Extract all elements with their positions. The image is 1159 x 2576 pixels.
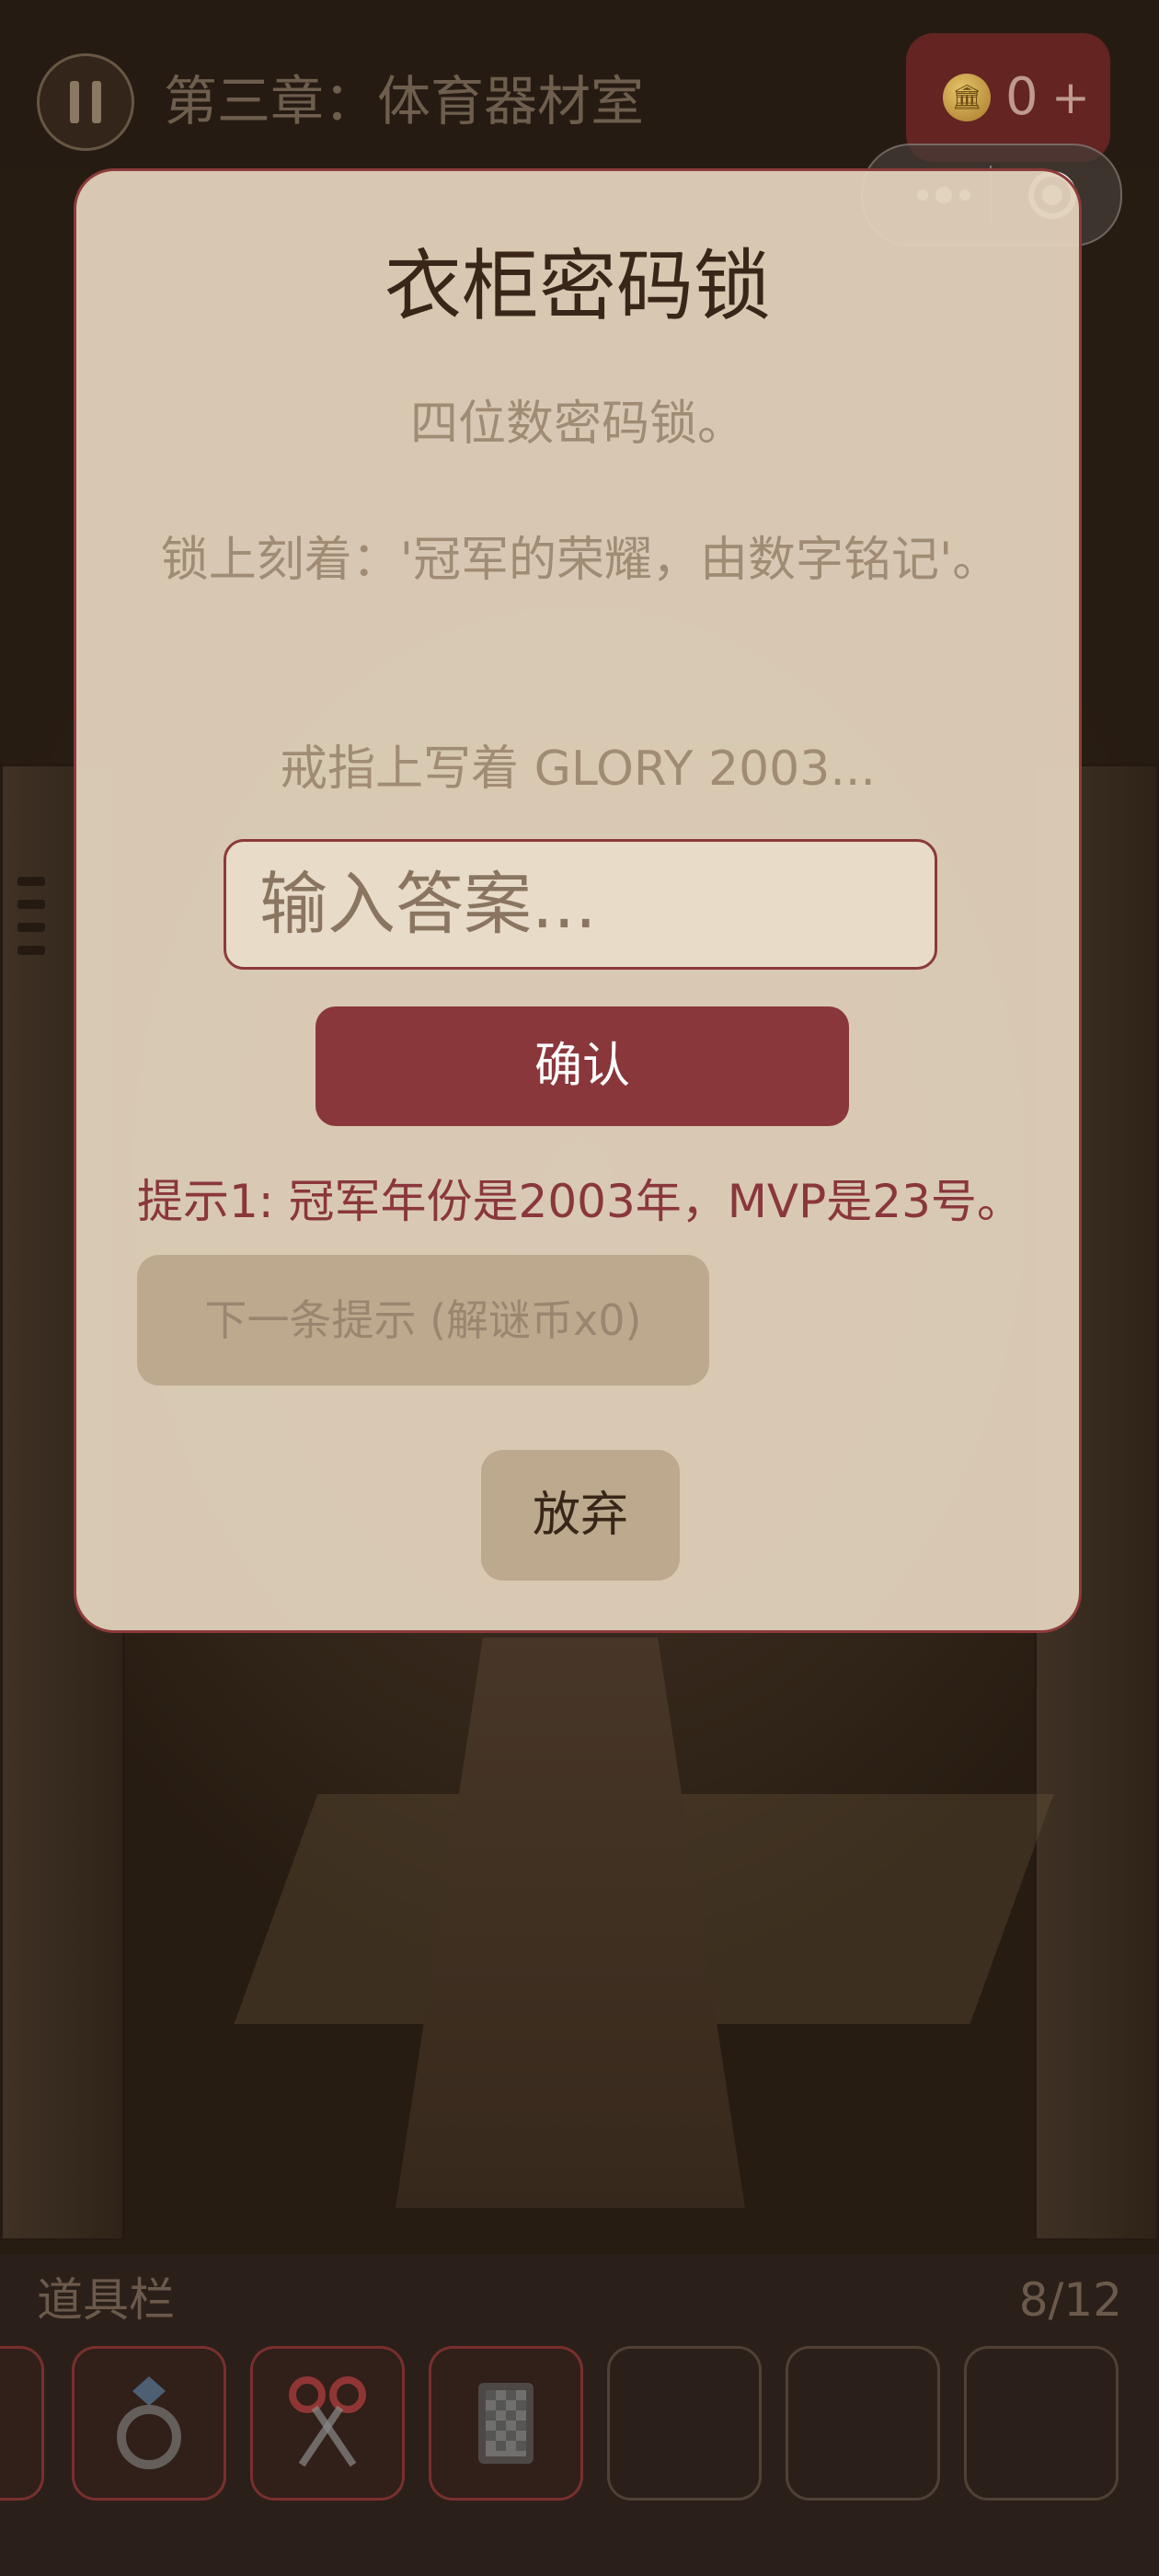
- inventory-slot-scissors[interactable]: [250, 2346, 405, 2501]
- ring-clue: 戒指上写着 GLORY 2003...: [280, 742, 876, 797]
- book-icon: [469, 2377, 543, 2469]
- inventory-slot-empty[interactable]: [786, 2346, 940, 2501]
- coin-counter[interactable]: 🏛 0 +: [906, 33, 1110, 162]
- confirm-button[interactable]: 确认: [316, 1006, 849, 1126]
- give-up-button[interactable]: 放弃: [481, 1450, 680, 1581]
- scissors-icon: [281, 2373, 373, 2474]
- inventory-count: 8/12: [1018, 2273, 1122, 2327]
- inventory-bar: 道具栏 8/12: [0, 2254, 1159, 2576]
- hint-text: 提示1: 冠军年份是2003年，MVP是23号。: [137, 1175, 1023, 1228]
- coin-count: 0: [1005, 67, 1039, 127]
- chapter-title: 第三章：体育器材室: [164, 70, 645, 132]
- inventory-slot-empty[interactable]: [964, 2346, 1119, 2501]
- game-screen: { "header": { "chapter_title": "第三章：体育器材…: [0, 0, 1159, 2576]
- dialog-title: 衣柜密码锁: [384, 241, 771, 331]
- password-lock-dialog: 衣柜密码锁 四位数密码锁。 锁上刻着：'冠军的荣耀，由数字铭记'。 戒指上写着 …: [74, 168, 1082, 1633]
- pause-button[interactable]: [37, 53, 134, 151]
- coin-icon: 🏛: [943, 74, 991, 121]
- ring-icon: [112, 2373, 186, 2474]
- next-hint-button[interactable]: 下一条提示 (解谜币x0): [137, 1255, 709, 1386]
- inventory-label: 道具栏: [37, 2273, 175, 2327]
- inventory-slot-ring[interactable]: [72, 2346, 226, 2501]
- inventory-slot-empty[interactable]: [607, 2346, 762, 2501]
- dialog-subtitle: 四位数密码锁。: [409, 397, 745, 452]
- answer-input[interactable]: [224, 839, 937, 970]
- inventory-slot-book[interactable]: [429, 2346, 583, 2501]
- lock-inscription: 锁上刻着：'冠军的荣耀，由数字铭记'。: [160, 533, 1001, 588]
- add-coins-button[interactable]: +: [1051, 68, 1090, 127]
- pause-icon: [70, 81, 79, 123]
- inventory-slot-partial[interactable]: [0, 2346, 44, 2501]
